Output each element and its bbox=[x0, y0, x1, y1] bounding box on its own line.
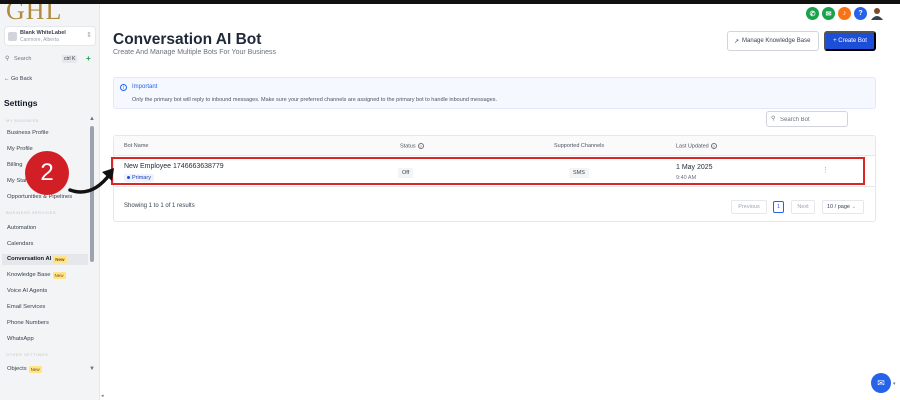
chevron-down-icon: ⌄ bbox=[851, 204, 857, 210]
caret-left-icon: ◂ bbox=[101, 393, 104, 399]
sidebar-item-automation[interactable]: Automation bbox=[7, 225, 36, 231]
column-header-bot-name: Bot Name bbox=[124, 143, 149, 149]
section-label: MY BUSINESS bbox=[6, 118, 39, 123]
quick-add-icon[interactable]: + bbox=[86, 54, 94, 64]
step-number-badge: 2 bbox=[25, 151, 69, 195]
column-header-channels: Supported Channels bbox=[554, 143, 605, 149]
phone-icon[interactable]: ✆ bbox=[806, 7, 819, 20]
top-border bbox=[0, 0, 900, 4]
sidebar-item-voice-ai-agents[interactable]: Voice AI Agents bbox=[7, 288, 47, 294]
column-header-label: Status bbox=[400, 143, 416, 150]
next-page-button[interactable]: Next bbox=[791, 200, 815, 214]
sidebar-item-label: Objects bbox=[7, 366, 27, 372]
page-number-button[interactable]: 1 bbox=[773, 201, 784, 213]
important-notice: i Important Only the primary bot will re… bbox=[113, 77, 876, 109]
scroll-up-icon[interactable]: ▲ bbox=[89, 116, 95, 122]
notice-title: Important bbox=[132, 84, 158, 90]
account-name: Blank WhiteLabel bbox=[20, 30, 66, 36]
sidebar-item-opportunities[interactable]: Opportunities & Pipelines bbox=[7, 194, 72, 200]
column-header-last-updated: Last Updated? bbox=[676, 143, 717, 149]
settings-title: Settings bbox=[4, 98, 38, 108]
section-label: OTHER SETTINGS bbox=[6, 352, 49, 357]
column-header-label: Last Updated bbox=[676, 143, 709, 150]
sidebar-item-whatsapp[interactable]: WhatsApp bbox=[7, 336, 34, 342]
sidebar-search-label: Search bbox=[14, 56, 32, 62]
page-size-label: 10 / page bbox=[827, 204, 850, 210]
header-actions: ✆ ✉ ♪ ? bbox=[806, 7, 883, 21]
sidebar-item-email-services[interactable]: Email Services bbox=[7, 304, 45, 310]
search-shortcut: ctrl K bbox=[62, 55, 78, 63]
user-avatar[interactable] bbox=[870, 7, 883, 20]
sidebar-item-phone-numbers[interactable]: Phone Numbers bbox=[7, 320, 49, 326]
account-switcher[interactable]: Blank WhiteLabel Canmore, Alberta ⇕ bbox=[4, 26, 96, 46]
company-logo: GHL bbox=[6, 4, 63, 25]
sidebar-item-label: Knowledge Base bbox=[7, 272, 51, 278]
sidebar-item-calendars[interactable]: Calendars bbox=[7, 241, 33, 247]
sidebar-item-conversation-ai[interactable]: Conversation AI New bbox=[2, 254, 88, 265]
search-bot-input[interactable] bbox=[780, 114, 846, 125]
help-icon[interactable]: ? bbox=[710, 143, 717, 149]
scroll-down-icon[interactable]: ▼ bbox=[89, 366, 95, 372]
new-badge: New bbox=[53, 256, 67, 263]
section-label: BUSINESS SERVICES bbox=[6, 210, 56, 215]
pointer-arrow-icon bbox=[68, 168, 114, 194]
sidebar-item-label: Conversation AI bbox=[7, 256, 52, 262]
previous-page-button[interactable]: Previous bbox=[731, 200, 767, 214]
table-header: Bot Name Status? Supported Channels Last… bbox=[114, 136, 875, 156]
chat-widget-icon[interactable]: ✉ bbox=[871, 373, 891, 393]
results-count: Showing 1 to 1 of 1 results bbox=[124, 203, 195, 209]
page-subtitle: Create And Manage Multiple Bots For Your… bbox=[113, 49, 277, 56]
new-badge: New bbox=[52, 272, 66, 279]
manage-knowledge-base-button[interactable]: ↗ Manage Knowledge Base bbox=[727, 31, 819, 51]
account-icon bbox=[8, 32, 17, 41]
table-footer: Showing 1 to 1 of 1 results Previous 1 N… bbox=[114, 187, 875, 222]
sidebar-item-my-profile[interactable]: My Profile bbox=[7, 146, 33, 152]
search-icon: ⚲ bbox=[5, 56, 10, 62]
account-location: Canmore, Alberta bbox=[20, 37, 59, 43]
search-bot-field[interactable]: ⚲ bbox=[766, 111, 848, 127]
go-back-link[interactable]: ← Go Back bbox=[4, 76, 32, 82]
sidebar-item-billing[interactable]: Billing bbox=[7, 162, 22, 168]
info-icon: i bbox=[120, 84, 127, 91]
highlight-box bbox=[111, 157, 865, 185]
sidebar-scrollbar[interactable]: ▲ ▼ bbox=[89, 116, 95, 378]
go-back-label: Go Back bbox=[11, 76, 33, 82]
chevron-updown-icon: ⇕ bbox=[86, 32, 92, 39]
sidebar-search[interactable]: ⚲ Search ctrl K bbox=[4, 54, 82, 66]
page-size-select[interactable]: 10 / page ⌄ bbox=[822, 200, 864, 214]
sidebar-item-business-profile[interactable]: Business Profile bbox=[7, 130, 49, 136]
page-title: Conversation AI Bot bbox=[113, 31, 262, 48]
column-header-status: Status? bbox=[400, 143, 424, 149]
notification-icon[interactable]: ♪ bbox=[838, 7, 851, 20]
new-badge: New bbox=[28, 366, 42, 373]
caret-down-icon: ▾ bbox=[893, 381, 896, 387]
settings-sidebar: GHL Blank WhiteLabel Canmore, Alberta ⇕ … bbox=[0, 4, 100, 400]
manage-kb-label: Manage Knowledge Base bbox=[742, 38, 811, 44]
sidebar-item-objects[interactable]: Objects New bbox=[7, 366, 42, 373]
create-bot-button[interactable]: + Create Bot bbox=[824, 31, 876, 51]
help-icon[interactable]: ? bbox=[854, 7, 867, 20]
external-link-icon: ↗ bbox=[734, 38, 740, 45]
search-icon: ⚲ bbox=[771, 116, 776, 122]
help-icon[interactable]: ? bbox=[417, 143, 424, 149]
notice-body: Only the primary bot will reply to inbou… bbox=[132, 97, 498, 103]
sidebar-item-knowledge-base[interactable]: Knowledge Base New bbox=[7, 272, 66, 279]
megaphone-icon[interactable]: ✉ bbox=[822, 7, 835, 20]
